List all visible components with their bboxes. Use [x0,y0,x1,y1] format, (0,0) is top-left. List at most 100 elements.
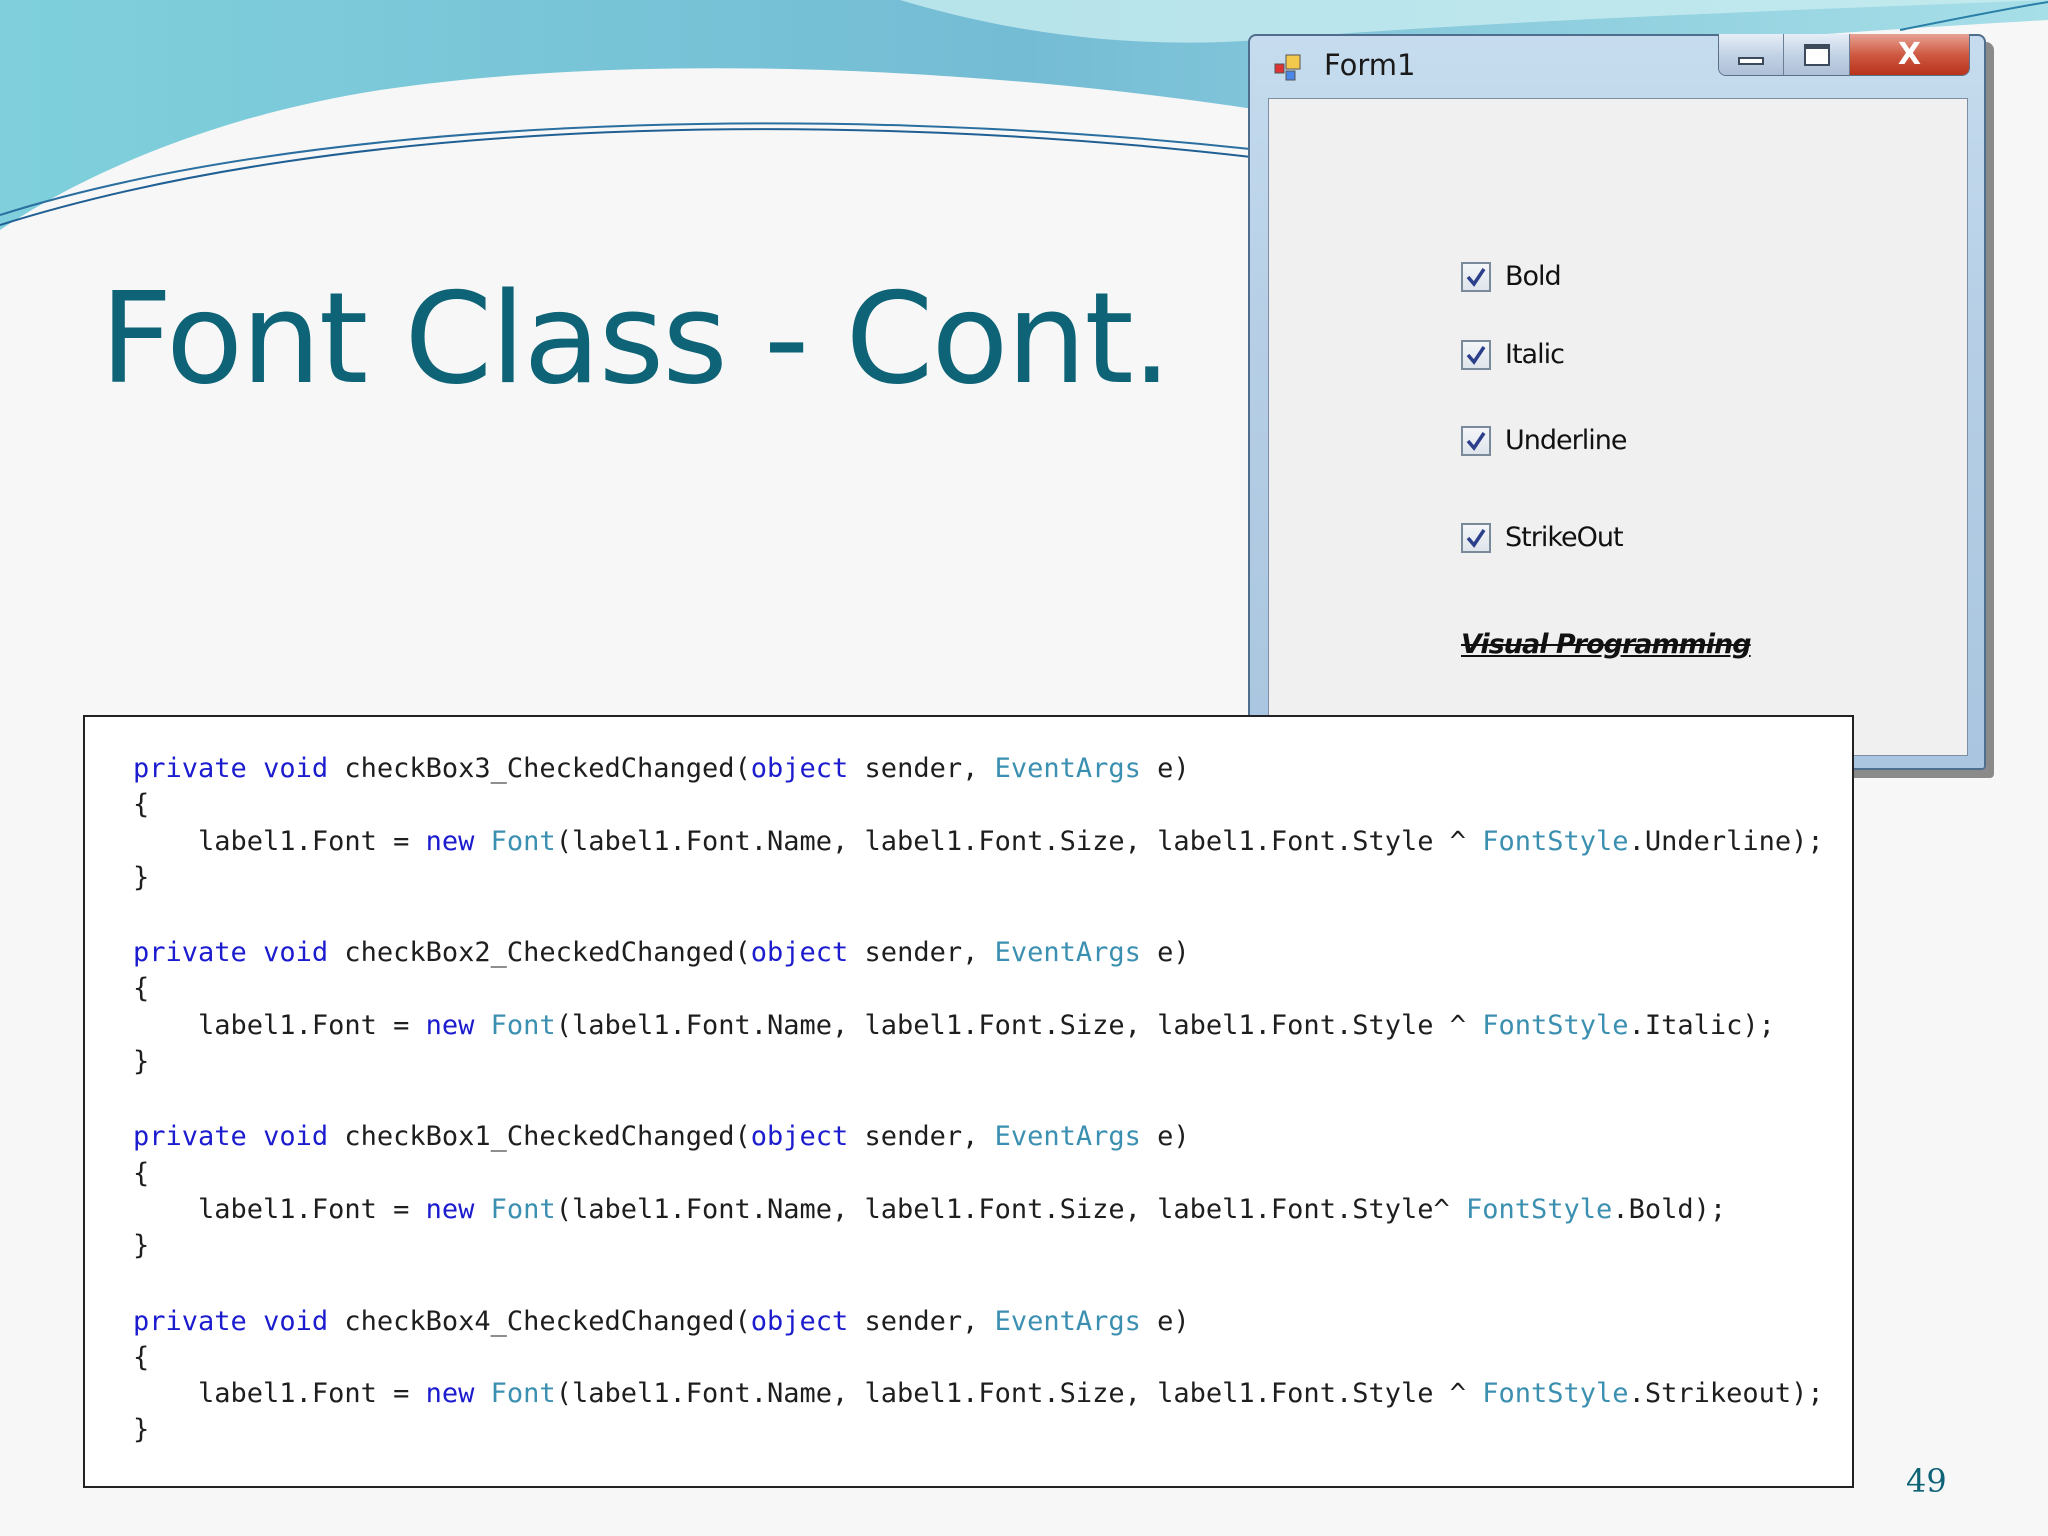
checkmark-icon [1466,528,1486,548]
page-number: 49 [1906,1462,1947,1500]
code-keyword: private [133,1121,247,1153]
checkbox-box[interactable] [1461,425,1491,456]
code-text: e) [1140,937,1190,969]
open-brace: { [133,973,150,1005]
maximize-icon [1803,43,1830,66]
code-keyword: new [425,1009,475,1041]
checkmark-icon [1466,431,1486,451]
slide-title: Font Class - Cont. [100,265,1172,412]
code-keyword: object [750,753,849,784]
maximize-button[interactable] [1784,34,1850,75]
code-type: FontStyle [1482,825,1629,857]
code-type: EventArgs [994,937,1141,969]
code-type: Font [490,1009,556,1041]
code-text: checkBox4_CheckedChanged( [344,1305,751,1337]
open-brace: { [133,1341,150,1373]
method-header: private void checkBox1_CheckedChanged(ob… [133,1119,1852,1155]
app-icon [1274,54,1301,81]
code-block: private void checkBox2_CheckedChanged(ob… [133,935,1852,1080]
code-type: EventArgs [994,1121,1141,1153]
close-button[interactable]: X [1849,34,1969,75]
code-text: (label1.Font.Name, label1.Font.Size, lab… [555,825,1483,857]
close-brace: } [133,861,150,893]
code-text: label1.Font = [198,1193,426,1225]
bold-checkbox[interactable]: Bold [1461,261,1562,292]
close-brace: } [133,1046,150,1078]
checkmark-icon [1466,267,1486,287]
code-text: e) [1140,1121,1190,1153]
code-keyword: void [263,1305,329,1337]
code-text: .Underline); [1628,825,1824,857]
method-body: label1.Font = new Font(label1.Font.Name,… [133,1008,1852,1044]
code-keyword: void [263,937,329,969]
close-icon: X [1897,37,1922,72]
code-type: Font [490,825,556,857]
code-text: .Italic); [1628,1009,1775,1041]
form-client-area: Bold Italic Underline StrikeOut Visual P… [1268,98,1968,756]
code-keyword: object [750,1305,849,1337]
code-text: (label1.Font.Name, label1.Font.Size, lab… [555,1193,1466,1225]
minimize-button[interactable] [1719,34,1785,75]
code-keyword: new [425,1193,475,1225]
code-text: checkBox2_CheckedChanged( [344,937,751,969]
method-header: private void checkBox4_CheckedChanged(ob… [133,1304,1852,1340]
code-type: FontStyle [1466,1193,1613,1225]
minimize-icon [1738,56,1765,65]
form-titlebar[interactable]: Form1 X [1250,34,1984,98]
code-text: (label1.Font.Name, label1.Font.Size, lab… [555,1009,1483,1041]
method-header: private void checkBox3_CheckedChanged(ob… [133,751,1852,787]
checkmark-icon [1466,345,1486,365]
label1-demo-text: Visual Programming [1461,629,1752,660]
code-block: private void checkBox1_CheckedChanged(ob… [133,1119,1852,1264]
window-controls: X [1718,34,1970,76]
code-type: FontStyle [1482,1378,1629,1410]
checkbox-label: Underline [1505,425,1627,456]
code-type: EventArgs [994,753,1141,784]
underline-checkbox[interactable]: Underline [1461,425,1627,456]
code-text: sender, [848,1305,995,1337]
method-body: label1.Font = new Font(label1.Font.Name,… [133,1376,1852,1412]
code-keyword: void [263,1121,329,1153]
code-keyword: object [750,1121,849,1153]
code-text: e) [1140,753,1190,784]
form-title: Form1 [1324,48,1416,82]
code-type: EventArgs [994,1305,1141,1337]
open-brace: { [133,1157,150,1189]
code-panel: private void checkBox3_CheckedChanged(ob… [83,715,1854,1488]
code-keyword: new [425,825,475,857]
code-text: sender, [848,937,995,969]
strikeout-checkbox[interactable]: StrikeOut [1461,522,1624,553]
method-body: label1.Font = new Font(label1.Font.Name,… [133,1192,1852,1228]
code-text: label1.Font = [198,825,426,857]
code-text: .Strikeout); [1628,1378,1824,1410]
code-text: sender, [848,753,995,784]
form1-window[interactable]: Form1 X Bold Italic Underline StrikeOut … [1248,34,1986,770]
code-keyword: object [750,937,849,969]
italic-checkbox[interactable]: Italic [1461,339,1565,370]
code-text: .Bold); [1612,1193,1727,1225]
code-text: label1.Font = [198,1378,426,1410]
code-keyword: private [133,937,247,969]
code-keyword: void [263,753,329,784]
code-keyword: private [133,1305,247,1337]
code-text: checkBox3_CheckedChanged( [344,753,751,784]
code-text: label1.Font = [198,1009,426,1041]
code-type: FontStyle [1482,1009,1629,1041]
checkbox-box[interactable] [1461,339,1491,370]
code-block: private void checkBox3_CheckedChanged(ob… [133,751,1852,896]
checkbox-box[interactable] [1461,261,1491,292]
checkbox-label: StrikeOut [1505,522,1624,553]
checkbox-label: Italic [1505,339,1565,370]
code-keyword: new [425,1378,475,1410]
close-brace: } [133,1230,150,1262]
code-text: (label1.Font.Name, label1.Font.Size, lab… [555,1378,1483,1410]
method-body: label1.Font = new Font(label1.Font.Name,… [133,824,1852,860]
checkbox-label: Bold [1505,261,1562,292]
code-keyword: private [133,753,247,784]
checkbox-box[interactable] [1461,522,1491,553]
code-type: Font [490,1378,556,1410]
code-text: sender, [848,1121,995,1153]
code-text: e) [1140,1305,1190,1337]
code-text: checkBox1_CheckedChanged( [344,1121,751,1153]
code-block: private void checkBox4_CheckedChanged(ob… [133,1304,1852,1449]
